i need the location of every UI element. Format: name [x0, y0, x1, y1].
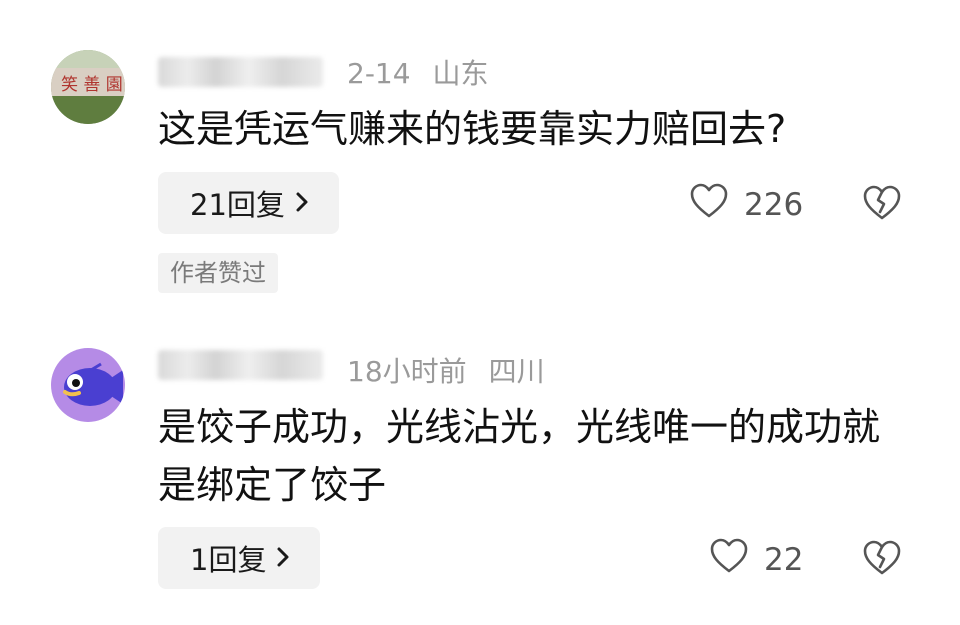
avatar[interactable]: [51, 348, 125, 422]
heart-outline-icon: [690, 183, 728, 227]
reply-button[interactable]: 21回复: [158, 172, 339, 234]
heart-outline-icon: [710, 538, 748, 582]
reply-label: 1回复: [190, 543, 267, 577]
comment-location: 山东: [432, 57, 489, 90]
reply-button[interactable]: 1回复: [158, 527, 321, 589]
reply-label: 21回复: [190, 188, 285, 222]
like-button[interactable]: 22: [710, 538, 803, 582]
chevron-right-icon: [295, 186, 309, 220]
chevron-right-icon: [276, 541, 290, 575]
like-count: 226: [744, 187, 804, 223]
comment-date: 2-14: [347, 57, 411, 90]
broken-heart-icon: [862, 185, 902, 226]
comment-meta: 18小时前 四川: [347, 350, 545, 390]
broken-heart-icon: [862, 540, 902, 581]
dislike-button[interactable]: [862, 539, 902, 579]
comment-meta: 2-14 山东: [347, 52, 489, 92]
like-count: 22: [764, 542, 804, 578]
username-blurred[interactable]: [158, 350, 323, 380]
comment-text: 是饺子成功，光线沾光，光线唯一的成功就是绑定了饺子: [158, 405, 881, 507]
comment-date: 18小时前: [347, 355, 467, 388]
comment-text: 这是凭运气赚来的钱要靠实力赔回去?: [158, 107, 787, 151]
like-button[interactable]: 226: [690, 183, 803, 227]
username-blurred[interactable]: [158, 57, 323, 87]
comment-location: 四川: [488, 355, 545, 388]
svg-text:笑 善 園: 笑 善 園: [61, 75, 123, 95]
author-liked-badge: 作者赞过: [158, 253, 278, 293]
avatar[interactable]: 笑 善 園: [51, 50, 125, 124]
dislike-button[interactable]: [862, 184, 902, 224]
